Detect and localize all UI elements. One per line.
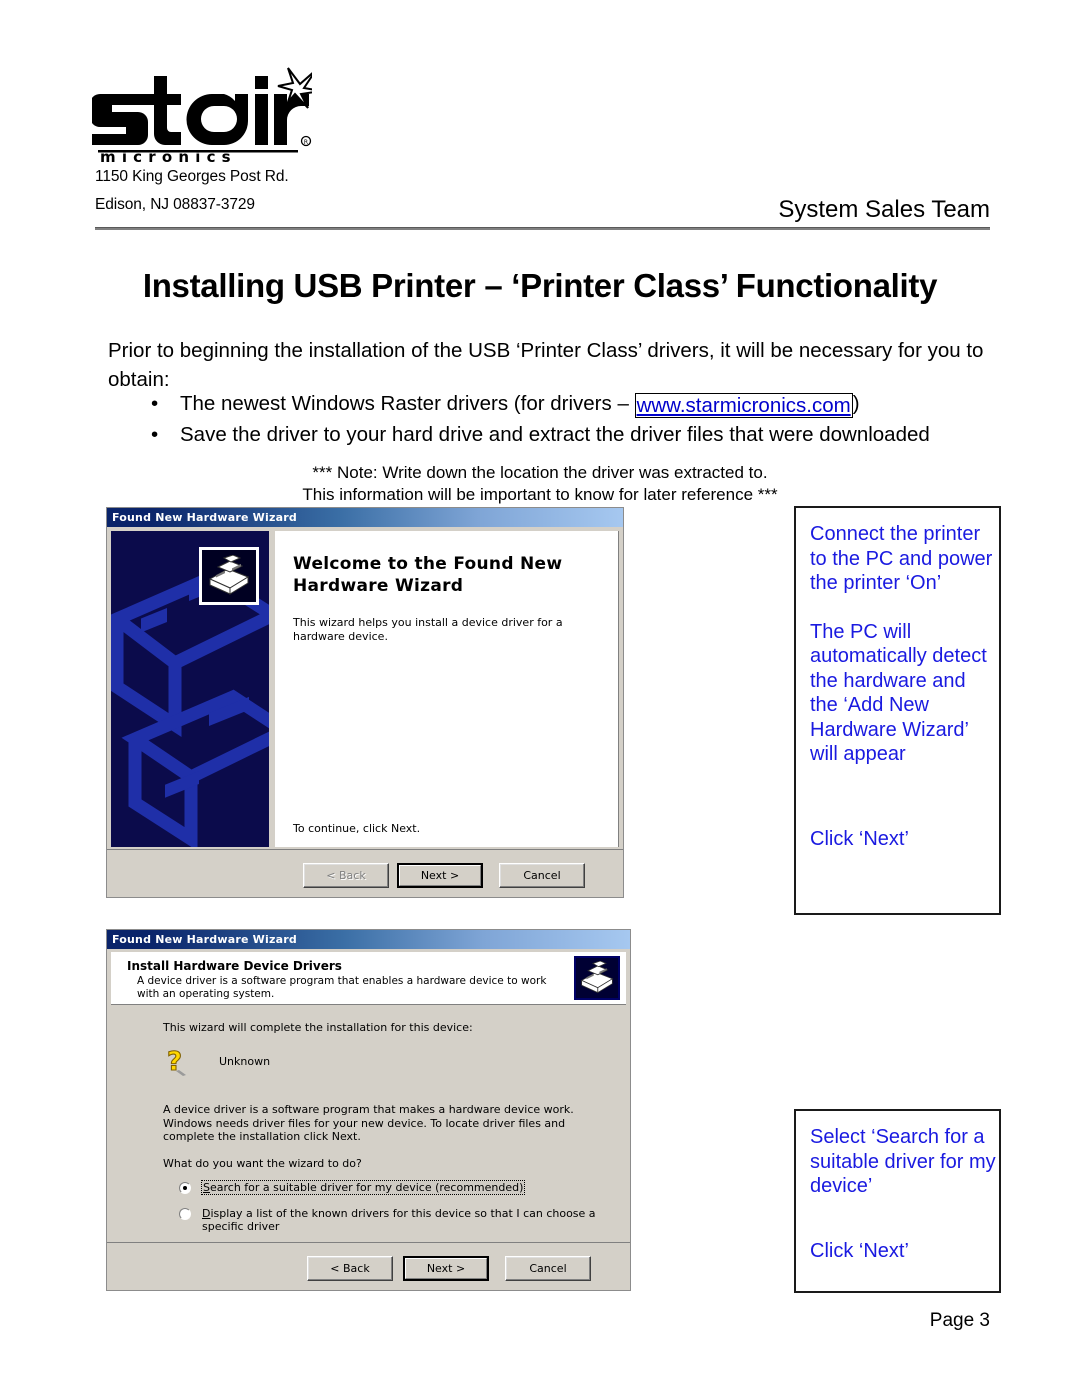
callout-paragraph: The PC will automatically detect the har… — [810, 620, 987, 766]
wizard-description: This wizard helps you install a device d… — [293, 616, 563, 643]
radio-option-display-known-drivers[interactable]: Display a list of the known drivers for … — [179, 1207, 629, 1234]
svg-text:?: ? — [167, 1047, 182, 1077]
dialog-button-bar: < Back Next > Cancel — [107, 849, 623, 897]
wizard-content-panel: Welcome to the Found New Hardware Wizard… — [275, 531, 619, 847]
wizard-continue-hint: To continue, click Next. — [293, 822, 421, 835]
bullet-text: The newest Windows Raster drivers (for d… — [180, 392, 635, 415]
back-button[interactable]: < Back — [303, 863, 389, 888]
next-button[interactable]: Next > — [397, 863, 483, 888]
starmicronics-link-text: www.starmicronics.com — [636, 394, 851, 417]
radio-option-search-suitable-driver[interactable]: Search for a suitable driver for my devi… — [179, 1180, 629, 1195]
note-block: *** Note: Write down the location the dr… — [0, 462, 1080, 506]
radio-label-rest: isplay a list of the known drivers for t… — [202, 1206, 596, 1234]
install-question: What do you want the wizard to do? — [163, 1157, 362, 1170]
callout-paragraph: Select ‘Search for a suitable driver for… — [810, 1126, 996, 1197]
svg-text:micronics: micronics — [100, 148, 237, 163]
install-hardware-device-drivers-dialog: Found New Hardware Wizard Install Hardwa… — [106, 929, 631, 1291]
cancel-button[interactable]: Cancel — [499, 863, 585, 888]
team-label: System Sales Team — [778, 196, 990, 223]
starmicronics-link[interactable]: www.starmicronics.com — [634, 393, 853, 418]
radio-option-label: Search for a suitable driver for my devi… — [200, 1180, 526, 1195]
wizard-heading: Welcome to the Found New Hardware Wizard — [293, 554, 563, 596]
dialog-titlebar: Found New Hardware Wizard — [107, 508, 623, 527]
printer-device-icon — [199, 547, 259, 605]
radio-button-icon[interactable] — [179, 1182, 191, 1194]
cancel-button[interactable]: Cancel — [505, 1256, 591, 1281]
next-button[interactable]: Next > — [403, 1256, 489, 1281]
wizard-page-header: Install Hardware Device Drivers A device… — [111, 952, 626, 1005]
bullet-text: Save the driver to your hard drive and e… — [180, 423, 930, 446]
callout-select-driver-option: Select ‘Search for a suitable driver for… — [794, 1109, 1001, 1293]
next-button-label: Next > — [405, 1258, 487, 1279]
page-title: Installing USB Printer – ‘Printer Class’… — [142, 267, 938, 305]
cancel-button-label: Cancel — [529, 1262, 567, 1275]
list-item: • The newest Windows Raster drivers (for … — [108, 388, 998, 419]
dialog-title-text: Found New Hardware Wizard — [112, 933, 297, 946]
callout-spacer — [810, 1199, 999, 1239]
wizard-sidebar-banner — [111, 531, 269, 847]
found-new-hardware-wizard-welcome-dialog: Found New Hardware Wizard Welcome to the… — [106, 507, 624, 898]
radio-option-label: Display a list of the known drivers for … — [202, 1207, 596, 1234]
printer-icon-glyph — [580, 961, 614, 994]
note-line-2: This information will be important to kn… — [302, 485, 778, 504]
install-intro-line: This wizard will complete the installati… — [163, 1021, 473, 1034]
cancel-button-label: Cancel — [523, 869, 561, 882]
page-header: R micronics 1150 King Georges Post Rd. E… — [0, 0, 1080, 232]
note-line-1: *** Note: Write down the location the dr… — [312, 463, 768, 482]
back-button[interactable]: < Back — [307, 1256, 393, 1281]
button-bar-separator — [107, 1242, 630, 1243]
callout-paragraph: Click ‘Next’ — [810, 827, 909, 850]
callout-paragraph: Connect the printer to the PC and power … — [810, 523, 993, 594]
callout-spacer — [810, 767, 999, 827]
list-item: • Save the driver to your hard drive and … — [108, 419, 998, 450]
install-description: A device driver is a software program th… — [163, 1103, 574, 1143]
wizard-page-subtitle: A device driver is a software program th… — [137, 975, 547, 1000]
unknown-device-question-icon: ? — [166, 1046, 186, 1077]
star-micronics-logo: R micronics — [92, 58, 312, 163]
printer-device-icon — [574, 956, 620, 1000]
bullet-icon: • — [151, 423, 159, 446]
radio-button-icon[interactable] — [179, 1207, 191, 1220]
intro-paragraph: Prior to beginning the installation of t… — [108, 338, 984, 391]
dialog-titlebar: Found New Hardware Wizard — [107, 930, 630, 949]
detected-device-row: ? Unknown — [163, 1045, 270, 1077]
radio-label-rest: earch for a suitable driver for my devic… — [209, 1181, 524, 1194]
detected-device-name: Unknown — [219, 1054, 271, 1068]
callout-spacer — [810, 596, 999, 620]
printer-icon-glyph — [208, 555, 250, 595]
back-button-label: < Back — [330, 1262, 370, 1275]
radio-accesskey: S — [203, 1181, 210, 1194]
header-divider — [95, 227, 990, 230]
back-button-label: < Back — [326, 869, 366, 882]
logo-graphic: R micronics — [92, 67, 312, 163]
page-number-footer: Page 3 — [929, 1310, 990, 1331]
bullet-text-after: ) — [852, 392, 860, 415]
callout-connect-printer: Connect the printer to the PC and power … — [794, 506, 1001, 915]
dialog-button-bar: < Back Next > Cancel — [107, 1242, 630, 1290]
bullet-icon: • — [151, 392, 159, 415]
next-button-label: Next > — [399, 865, 481, 886]
wizard-content-panel: This wizard will complete the installati… — [111, 1005, 626, 1242]
company-address-line-1: 1150 King Georges Post Rd. — [95, 168, 289, 185]
driver-option-radio-group: Search for a suitable driver for my devi… — [179, 1180, 629, 1246]
callout-paragraph: Click ‘Next’ — [810, 1239, 909, 1262]
requirements-list: • The newest Windows Raster drivers (for … — [108, 388, 998, 450]
svg-text:R: R — [304, 139, 308, 146]
wizard-page-title: Install Hardware Device Drivers — [127, 959, 342, 973]
button-bar-separator — [107, 849, 623, 850]
dialog-title-text: Found New Hardware Wizard — [112, 511, 297, 524]
